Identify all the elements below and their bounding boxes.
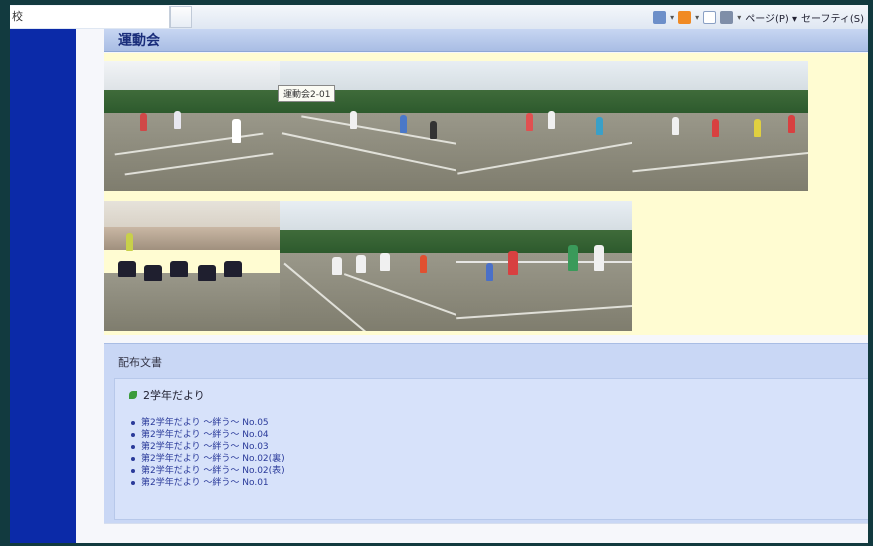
section-title: 運動会 <box>118 33 160 49</box>
leaf-icon <box>129 391 137 399</box>
runner <box>486 263 493 281</box>
category-header[interactable]: 2学年だより <box>129 387 205 403</box>
gallery-photo[interactable] <box>104 201 280 331</box>
photo-trees <box>632 89 808 113</box>
document-link[interactable]: 第2学年だより ～絆う～ No.03 <box>141 441 269 453</box>
photo-ground <box>456 113 632 191</box>
runner <box>596 117 603 135</box>
left-sidebar <box>10 29 76 543</box>
runner <box>400 115 407 133</box>
gallery-photo[interactable] <box>280 201 456 331</box>
chevron-down-icon[interactable]: ▾ <box>695 13 699 22</box>
rss-feed-icon[interactable] <box>678 10 692 24</box>
document-link[interactable]: 第2学年だより ～絆う～ No.04 <box>141 429 269 441</box>
spectator <box>170 261 188 277</box>
document-link[interactable]: 第2学年だより ～絆う～ No.02(裏) <box>141 453 285 465</box>
runner <box>594 245 604 271</box>
document-link[interactable]: 第2学年だより ～絆う～ No.01 <box>141 477 269 489</box>
document-link[interactable]: 第2学年だより ～絆う～ No.05 <box>141 417 269 429</box>
gallery-photo[interactable] <box>456 61 632 191</box>
main-content: 運動会 運動会2-01 配布文書 2学年だより 第2学年だより ～絆う～ No.… <box>76 29 868 543</box>
bullet-icon <box>131 469 135 473</box>
bullet-icon <box>131 481 135 485</box>
list-item[interactable]: 第2学年だより ～絆う～ No.01 <box>131 477 285 489</box>
list-item[interactable]: 第2学年だより ～絆う～ No.02(表) <box>131 465 285 477</box>
photo-trees <box>280 229 456 253</box>
browser-toolbar: 校 ▾ ▾ ▾ ページ(P) ▾ セーフティ(S) <box>10 5 868 30</box>
gallery-photo[interactable] <box>456 201 632 331</box>
bullet-icon <box>131 457 135 461</box>
document-list: 第2学年だより ～絆う～ No.05 第2学年だより ～絆う～ No.04 第2… <box>131 417 285 489</box>
print-icon[interactable] <box>720 10 734 24</box>
bullet-icon <box>131 433 135 437</box>
gallery-photo[interactable] <box>104 61 280 191</box>
runner <box>350 111 357 129</box>
photo-ground <box>280 253 456 331</box>
spectator <box>144 265 162 281</box>
runner <box>430 121 437 139</box>
safety-menu[interactable]: セーフティ(S) <box>801 10 864 25</box>
runner <box>232 119 241 143</box>
runner <box>508 251 518 275</box>
address-bar[interactable]: 校 <box>10 6 170 28</box>
page-footer <box>104 523 868 543</box>
runner <box>140 113 147 131</box>
runner <box>712 119 719 137</box>
bullet-icon <box>131 445 135 449</box>
runner <box>568 245 578 271</box>
runner <box>420 255 427 273</box>
runner <box>526 113 533 131</box>
photo-tooltip: 運動会2-01 <box>278 85 336 102</box>
page-menu[interactable]: ページ(P) ▾ <box>745 10 797 25</box>
command-bar: ▾ ▾ ▾ ページ(P) ▾ セーフティ(S) <box>653 7 864 27</box>
spectator <box>224 261 242 277</box>
photo-ground <box>456 253 632 331</box>
mail-icon[interactable] <box>703 10 717 24</box>
list-item[interactable]: 第2学年だより ～絆う～ No.03 <box>131 441 285 453</box>
section-header: 運動会 <box>104 29 868 52</box>
gallery-photo[interactable] <box>632 61 808 191</box>
runner <box>174 111 181 129</box>
address-go-button[interactable] <box>170 6 192 28</box>
chevron-down-icon[interactable]: ▾ <box>737 13 741 22</box>
category-label: 2学年だより <box>143 389 205 402</box>
list-item[interactable]: 第2学年だより ～絆う～ No.04 <box>131 429 285 441</box>
finish-tape <box>456 261 632 263</box>
home-icon[interactable] <box>653 10 667 24</box>
runner <box>380 253 390 271</box>
photo-ground <box>632 113 808 191</box>
runner <box>356 255 366 273</box>
page-viewport: 運動会 運動会2-01 配布文書 2学年だより 第2学年だより ～絆う～ No.… <box>10 29 868 543</box>
runner <box>788 115 795 133</box>
photo-ground <box>104 272 280 331</box>
spectator <box>198 265 216 281</box>
runner <box>548 111 555 129</box>
screenshot-frame: 校 ▾ ▾ ▾ ページ(P) ▾ セーフティ(S) 運動会 運動会2-01 配布… <box>0 0 873 546</box>
list-item[interactable]: 第2学年だより ～絆う～ No.02(裏) <box>131 453 285 465</box>
runner <box>332 257 342 275</box>
runner <box>754 119 761 137</box>
runner <box>672 117 679 135</box>
documents-panel: 2学年だより 第2学年だより ～絆う～ No.05 第2学年だより ～絆う～ N… <box>114 378 868 520</box>
list-item[interactable]: 第2学年だより ～絆う～ No.05 <box>131 417 285 429</box>
photo-trees <box>456 229 632 253</box>
bullet-icon <box>131 421 135 425</box>
documents-heading: 配布文書 <box>118 356 162 369</box>
document-link[interactable]: 第2学年だより ～絆う～ No.02(表) <box>141 465 285 477</box>
spectator <box>118 261 136 277</box>
photo-trees <box>456 89 632 113</box>
chevron-down-icon[interactable]: ▾ <box>670 13 674 22</box>
gallery-photo[interactable] <box>280 61 456 191</box>
spectator <box>126 233 133 251</box>
photo-gallery: 運動会2-01 <box>104 53 868 335</box>
documents-section: 配布文書 2学年だより 第2学年だより ～絆う～ No.05 第2学年だより ～… <box>104 343 868 524</box>
photo-trees <box>104 89 280 113</box>
